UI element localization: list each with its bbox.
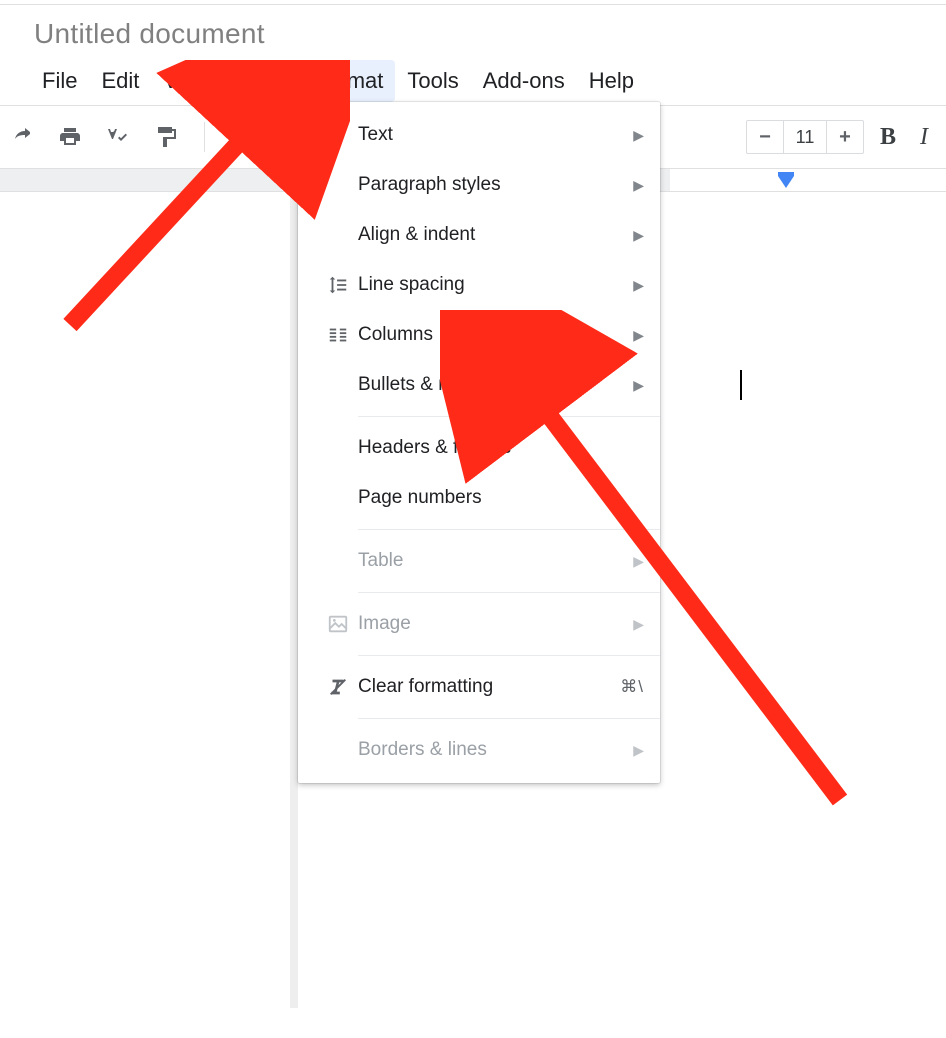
document-title[interactable]: Untitled document — [34, 18, 265, 50]
page-canvas[interactable] — [660, 192, 946, 1038]
columns-icon — [318, 324, 358, 346]
menu-item-shortcut: ⌘\ — [620, 677, 644, 697]
menu-separator — [358, 416, 660, 417]
menu-separator — [358, 718, 660, 719]
menu-item-bullets-numbering[interactable]: Bullets & numbering ▶ — [298, 360, 660, 410]
font-size-increase[interactable]: + — [827, 121, 863, 153]
line-spacing-icon — [318, 274, 358, 296]
menu-item-label: Align & indent — [358, 224, 633, 246]
menu-item-page-numbers[interactable]: Page numbers — [298, 473, 660, 523]
page-left-margin — [0, 192, 290, 1008]
menu-item-label: Table — [358, 550, 633, 572]
menu-item-label: Headers & footers — [358, 437, 644, 459]
ruler-active-area — [670, 169, 946, 191]
menu-item-label: Bullets & numbering — [358, 374, 633, 396]
menu-file[interactable]: File — [30, 60, 89, 102]
menu-separator — [358, 529, 660, 530]
redo-icon[interactable] — [8, 123, 36, 151]
spellcheck-icon[interactable] — [104, 123, 132, 151]
format-dropdown: Text ▶ Paragraph styles ▶ Align & indent… — [298, 102, 660, 783]
menu-separator — [358, 655, 660, 656]
clear-format-icon — [318, 676, 358, 698]
menu-format[interactable]: Format — [302, 60, 396, 102]
menu-item-label: Borders & lines — [358, 739, 633, 761]
menu-addons[interactable]: Add-ons — [471, 60, 577, 102]
menu-item-label: Clear formatting — [358, 676, 612, 698]
menu-item-headers-footers[interactable]: Headers & footers — [298, 423, 660, 473]
menu-insert[interactable]: Insert — [223, 60, 302, 102]
page-gap — [290, 192, 298, 1008]
menu-item-line-spacing[interactable]: Line spacing ▶ — [298, 260, 660, 310]
font-size-decrease[interactable]: − — [747, 121, 783, 153]
menu-item-label: Line spacing — [358, 274, 633, 296]
font-size-value[interactable]: 11 — [783, 121, 827, 153]
submenu-arrow-icon: ▶ — [633, 553, 644, 570]
menu-item-table: Table ▶ — [298, 536, 660, 586]
submenu-arrow-icon: ▶ — [633, 277, 644, 294]
menu-item-label: Page numbers — [358, 487, 644, 509]
menu-item-paragraph-styles[interactable]: Paragraph styles ▶ — [298, 160, 660, 210]
submenu-arrow-icon: ▶ — [633, 177, 644, 194]
italic-button[interactable]: I — [912, 124, 936, 151]
submenu-arrow-icon: ▶ — [633, 327, 644, 344]
window-top-divider — [0, 4, 946, 5]
menu-item-clear-formatting[interactable]: Clear formatting ⌘\ — [298, 662, 660, 712]
menu-tools[interactable]: Tools — [395, 60, 470, 102]
toolbar-divider — [204, 122, 205, 152]
menu-item-label: Columns — [358, 324, 633, 346]
menu-help[interactable]: Help — [577, 60, 646, 102]
menu-edit[interactable]: Edit — [89, 60, 151, 102]
menu-item-align-indent[interactable]: Align & indent ▶ — [298, 210, 660, 260]
menubar: File Edit View Insert Format Tools Add-o… — [30, 60, 646, 102]
menu-view[interactable]: View — [151, 60, 222, 102]
submenu-arrow-icon: ▶ — [633, 127, 644, 144]
menu-separator — [358, 592, 660, 593]
menu-item-label: Paragraph styles — [358, 174, 633, 196]
submenu-arrow-icon: ▶ — [633, 616, 644, 633]
submenu-arrow-icon: ▶ — [633, 742, 644, 759]
menu-item-borders-lines: Borders & lines ▶ — [298, 725, 660, 775]
menu-item-columns[interactable]: Columns ▶ — [298, 310, 660, 360]
menu-item-text[interactable]: Text ▶ — [298, 110, 660, 160]
font-size-stepper: − 11 + — [746, 120, 864, 154]
menu-item-image: Image ▶ — [298, 599, 660, 649]
paint-format-icon[interactable] — [152, 123, 180, 151]
text-cursor — [740, 370, 742, 400]
image-icon — [318, 613, 358, 635]
bold-button[interactable]: B — [876, 124, 900, 151]
submenu-arrow-icon: ▶ — [633, 377, 644, 394]
print-icon[interactable] — [56, 123, 84, 151]
submenu-arrow-icon: ▶ — [633, 227, 644, 244]
menu-item-label: Text — [358, 124, 633, 146]
menu-item-label: Image — [358, 613, 633, 635]
